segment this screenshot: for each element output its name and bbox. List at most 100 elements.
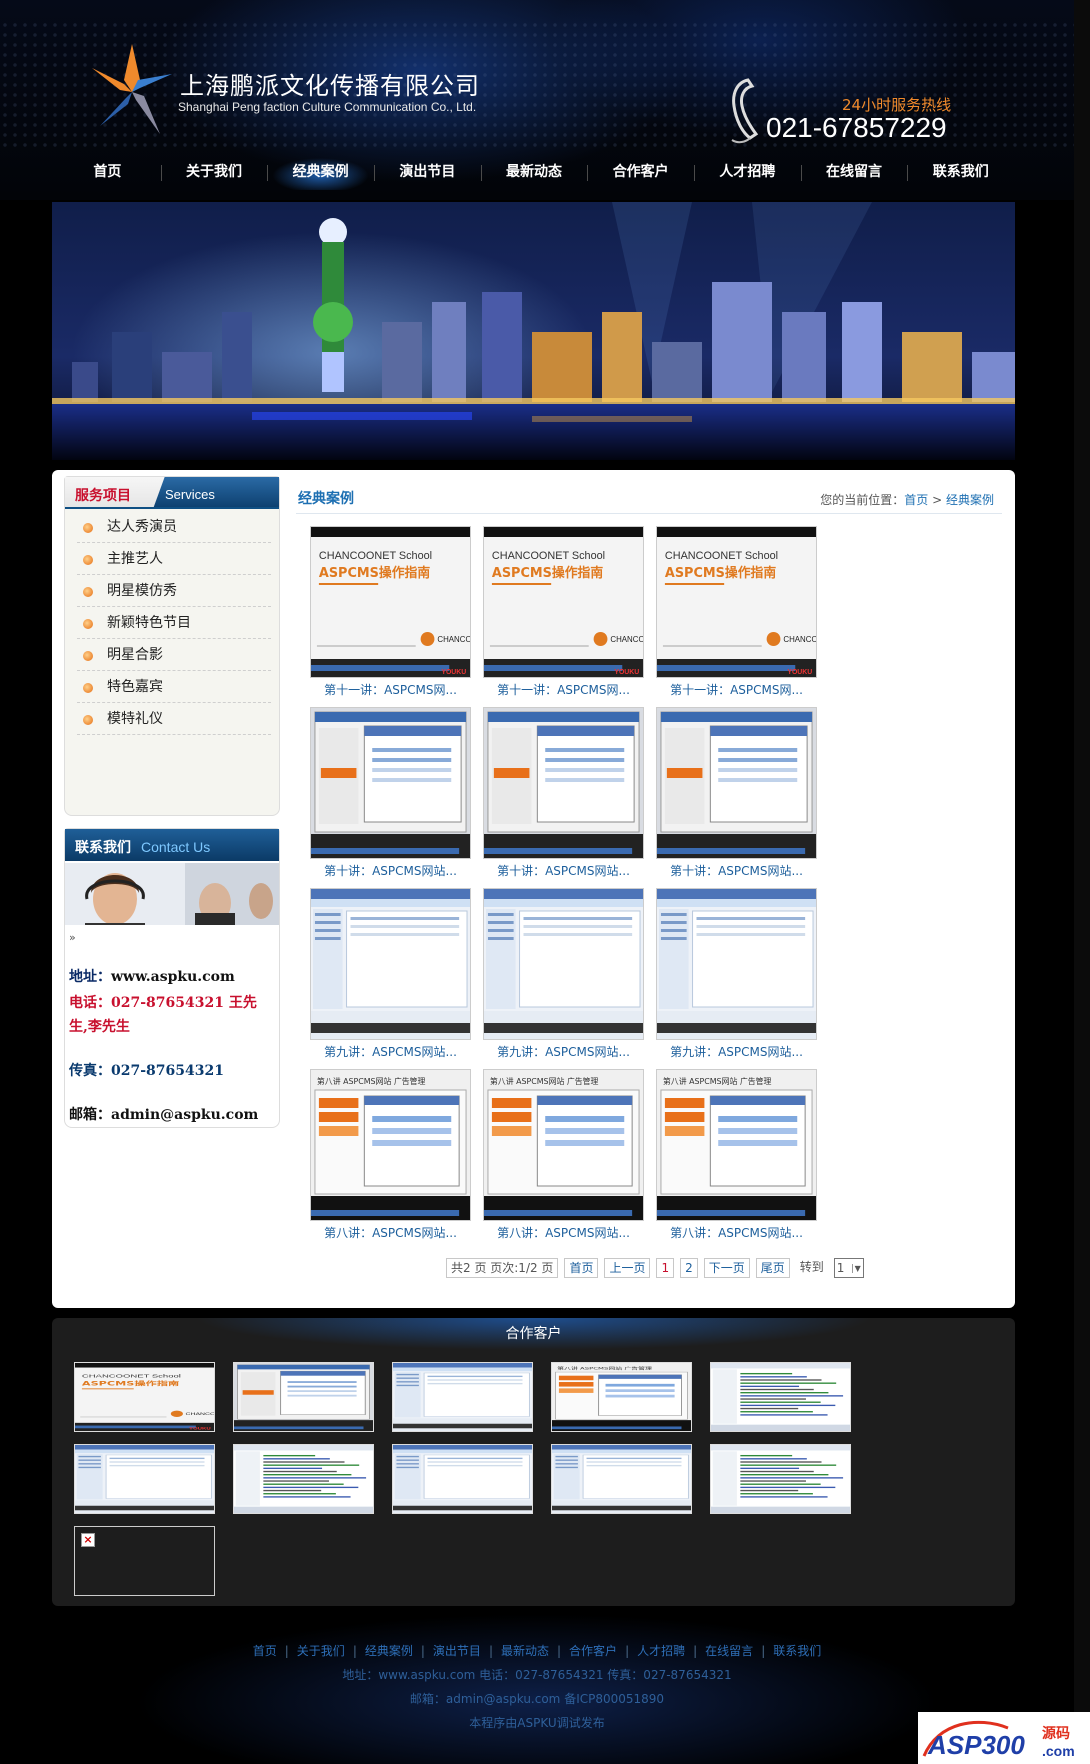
service-item[interactable]: 新颖特色节目: [77, 607, 271, 639]
service-item-label: 模特礼仪: [107, 711, 163, 727]
service-item[interactable]: 主推艺人: [77, 543, 271, 575]
partner-logo[interactable]: [392, 1444, 533, 1514]
partner-logo[interactable]: [233, 1444, 374, 1514]
case-title-link[interactable]: 第十讲：ASPCMS网站...: [656, 861, 817, 881]
case-thumbnail[interactable]: [483, 707, 644, 859]
case-item[interactable]: 第八讲 ASPCMS网站 广告管理 第八讲：ASPCMS网站...: [483, 1069, 644, 1243]
bullet-icon: [83, 619, 93, 629]
case-item[interactable]: 第九讲：ASPCMS网站...: [656, 888, 817, 1062]
case-title-link[interactable]: 第九讲：ASPCMS网站...: [483, 1042, 644, 1062]
case-item[interactable]: 第十讲：ASPCMS网站...: [656, 707, 817, 881]
case-title-link[interactable]: 第八讲：ASPCMS网站...: [310, 1223, 471, 1243]
service-item[interactable]: 达人秀演员: [77, 511, 271, 543]
company-logo-icon[interactable]: [92, 44, 172, 140]
footer-contact: 地址：www.aspku.com 电话：027-87654321 传真：027-…: [342, 1668, 732, 1682]
bullet-icon: [83, 715, 93, 725]
service-item-label: 新颖特色节目: [107, 615, 191, 631]
partners-section: 合作客户 CHANCOONET School ASPCMS操作指南 CHANCO…: [52, 1318, 1015, 1606]
footer-link-2[interactable]: 经典案例: [365, 1644, 413, 1658]
partner-logo[interactable]: CHANCOONET School ASPCMS操作指南 CHANCOO YOU…: [74, 1362, 215, 1432]
partner-logo[interactable]: [74, 1444, 215, 1514]
case-item[interactable]: 第九讲：ASPCMS网站...: [310, 888, 471, 1062]
case-thumbnail[interactable]: CHANCOONET School ASPCMS操作指南 CHANCOO YOU…: [483, 526, 644, 678]
partner-logo-broken[interactable]: ×: [74, 1526, 215, 1596]
case-title-link[interactable]: 第十讲：ASPCMS网站...: [310, 861, 471, 881]
case-item[interactable]: 第十讲：ASPCMS网站...: [483, 707, 644, 881]
footer-separator: |: [761, 1644, 766, 1658]
partner-logo[interactable]: 第八讲 ASPCMS网站 广告管理: [551, 1362, 692, 1432]
service-item[interactable]: 模特礼仪: [77, 703, 271, 735]
nav-item-6[interactable]: 人才招聘: [694, 154, 801, 190]
case-title-link[interactable]: 第十一讲：ASPCMS网...: [310, 680, 471, 700]
pager-next-button[interactable]: 下一页: [703, 1258, 750, 1278]
partner-logo[interactable]: [392, 1362, 533, 1432]
footer-link-8[interactable]: 联系我们: [773, 1644, 821, 1658]
case-title-link[interactable]: 第十讲：ASPCMS网站...: [483, 861, 644, 881]
page-edge: [1074, 0, 1090, 1712]
service-item[interactable]: 明星合影: [77, 639, 271, 671]
case-thumbnail[interactable]: CHANCOONET School ASPCMS操作指南 CHANCOO YOU…: [310, 526, 471, 678]
partner-logo[interactable]: [233, 1362, 374, 1432]
partner-logo[interactable]: [710, 1444, 851, 1514]
case-title-link[interactable]: 第八讲：ASPCMS网站...: [656, 1223, 817, 1243]
nav-item-7[interactable]: 在线留言: [800, 154, 908, 190]
main-nav: 首页 关于我们 经典案例 演出节目 最新动态 合作客户 人才招聘 在线留言 联系我们: [54, 154, 1014, 190]
service-item[interactable]: 特色嘉宾: [77, 671, 271, 703]
bullet-icon: [83, 683, 93, 693]
case-thumbnail[interactable]: [483, 888, 644, 1040]
case-grid: CHANCOONET School ASPCMS操作指南 CHANCOO YOU…: [310, 526, 830, 1243]
case-thumbnail[interactable]: [656, 888, 817, 1040]
footer-link-3[interactable]: 演出节目: [433, 1644, 481, 1658]
services-box: 服务项目 Services 达人秀演员 主推艺人 明星模仿秀 新颖特色节目 明星合影 特色…: [64, 476, 280, 816]
case-title-link[interactable]: 第十一讲：ASPCMS网...: [483, 680, 644, 700]
partner-logo[interactable]: [710, 1362, 851, 1432]
footer-link-7[interactable]: 在线留言: [705, 1644, 753, 1658]
case-item[interactable]: CHANCOONET School ASPCMS操作指南 CHANCOO YOU…: [656, 526, 817, 700]
case-title-link[interactable]: 第十一讲：ASPCMS网...: [656, 680, 817, 700]
case-thumbnail[interactable]: [310, 707, 471, 859]
footer-link-6[interactable]: 人才招聘: [637, 1644, 685, 1658]
pager-page-1[interactable]: 1: [656, 1258, 675, 1278]
case-title-link[interactable]: 第八讲：ASPCMS网站...: [483, 1223, 644, 1243]
case-thumbnail[interactable]: 第八讲 ASPCMS网站 广告管理: [656, 1069, 817, 1221]
case-item[interactable]: CHANCOONET School ASPCMS操作指南 CHANCOO YOU…: [483, 526, 644, 700]
nav-item-2[interactable]: 经典案例: [267, 154, 375, 190]
nav-item-3[interactable]: 演出节目: [374, 154, 481, 190]
nav-item-5[interactable]: 合作客户: [587, 154, 694, 190]
partner-logo[interactable]: [551, 1444, 692, 1514]
footer-link-4[interactable]: 最新动态: [501, 1644, 549, 1658]
service-item[interactable]: 明星模仿秀: [77, 575, 271, 607]
case-item[interactable]: CHANCOONET School ASPCMS操作指南 CHANCOO YOU…: [310, 526, 471, 700]
footer-separator: |: [557, 1644, 562, 1658]
nav-item-8[interactable]: 联系我们: [907, 154, 1014, 190]
breadcrumb-home-link[interactable]: 首页: [904, 493, 928, 507]
footer-link-5[interactable]: 合作客户: [569, 1644, 617, 1658]
case-title-link[interactable]: 第九讲：ASPCMS网站...: [656, 1042, 817, 1062]
contact-title-cn: 联系我们: [75, 840, 131, 856]
contact-more-link[interactable]: »: [65, 925, 279, 953]
case-item[interactable]: 第十讲：ASPCMS网站...: [310, 707, 471, 881]
asp300-watermark-logo[interactable]: ASP300 源码 .com: [918, 1712, 1090, 1764]
pager-last-button[interactable]: 尾页: [755, 1258, 790, 1278]
nav-item-0[interactable]: 首页: [54, 154, 161, 190]
pager-goto-select[interactable]: 1 ▼: [833, 1258, 864, 1278]
nav-item-4[interactable]: 最新动态: [480, 154, 588, 190]
pager-page-2[interactable]: 2: [680, 1258, 698, 1278]
header: 上海鹏派文化传播有限公司 Shanghai Peng faction Cultu…: [0, 0, 1074, 200]
case-item[interactable]: 第八讲 ASPCMS网站 广告管理 第八讲：ASPCMS网站...: [656, 1069, 817, 1243]
nav-item-1[interactable]: 关于我们: [160, 154, 268, 190]
case-thumbnail[interactable]: [310, 888, 471, 1040]
case-thumbnail[interactable]: 第八讲 ASPCMS网站 广告管理: [483, 1069, 644, 1221]
pager-first-button[interactable]: 首页: [564, 1258, 599, 1278]
case-thumbnail[interactable]: 第八讲 ASPCMS网站 广告管理: [310, 1069, 471, 1221]
case-item[interactable]: 第九讲：ASPCMS网站...: [483, 888, 644, 1062]
breadcrumb-prefix: 您的当前位置：: [820, 493, 905, 507]
case-thumbnail[interactable]: [656, 707, 817, 859]
case-item[interactable]: 第八讲 ASPCMS网站 广告管理 第八讲：ASPCMS网站...: [310, 1069, 471, 1243]
case-title-link[interactable]: 第九讲：ASPCMS网站...: [310, 1042, 471, 1062]
footer-link-1[interactable]: 关于我们: [297, 1644, 345, 1658]
case-thumbnail[interactable]: CHANCOONET School ASPCMS操作指南 CHANCOO YOU…: [656, 526, 817, 678]
footer-link-0[interactable]: 首页: [253, 1644, 277, 1658]
breadcrumb-current-link[interactable]: 经典案例: [946, 493, 994, 507]
pager-prev-button[interactable]: 上一页: [604, 1258, 651, 1278]
